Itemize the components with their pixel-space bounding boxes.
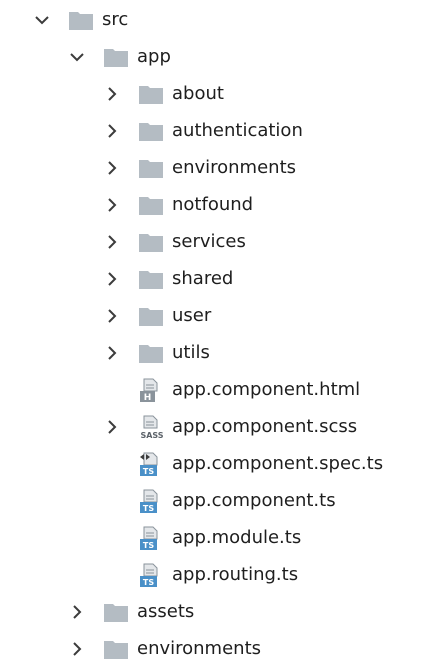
folder-icon (139, 306, 163, 326)
tree-node-label: app.routing.ts (172, 564, 299, 585)
tree-node-label: app.component.html (172, 379, 361, 400)
folder-icon (139, 195, 163, 215)
folder-icon (104, 639, 128, 659)
folder-icon (104, 47, 128, 67)
folder-icon (139, 158, 163, 178)
svg-text:H: H (144, 393, 152, 403)
tree-node-app[interactable]: app (0, 39, 446, 76)
tree-node-label: app.component.spec.ts (172, 453, 384, 474)
svg-text:SASS: SASS (140, 431, 163, 440)
folder-icon (139, 343, 163, 363)
tree-node-label: notfound (172, 194, 254, 215)
typescript-file-icon: TS (139, 488, 165, 514)
tree-node-label: shared (172, 268, 234, 289)
chevron-right-icon[interactable] (103, 418, 121, 436)
chevron-right-icon[interactable] (103, 122, 121, 140)
tree-node-environments[interactable]: environments (0, 150, 446, 187)
chevron-right-icon[interactable] (68, 603, 86, 621)
tree-node-label: app.module.ts (172, 527, 302, 548)
chevron-right-icon[interactable] (103, 233, 121, 251)
tree-node-label: src (102, 9, 129, 30)
tree-node-label: app (137, 46, 171, 67)
tree-node-app-module-ts[interactable]: TS app.module.ts (0, 520, 446, 557)
folder-icon (104, 602, 128, 622)
tree-node-shared[interactable]: shared (0, 261, 446, 298)
tree-node-label: utils (172, 342, 210, 363)
tree-node-label: environments (137, 638, 262, 659)
svg-text:TS: TS (143, 541, 154, 550)
tree-node-label: app.component.scss (172, 416, 358, 437)
chevron-right-icon[interactable] (103, 270, 121, 288)
tree-node-src-environments[interactable]: environments (0, 631, 446, 668)
tree-node-user[interactable]: user (0, 298, 446, 335)
tree-node-services[interactable]: services (0, 224, 446, 261)
typescript-test-file-icon: TS (139, 451, 165, 477)
tree-node-app-component-html[interactable]: H app.component.html (0, 372, 446, 409)
chevron-right-icon[interactable] (103, 159, 121, 177)
tree-node-utils[interactable]: utils (0, 335, 446, 372)
tree-node-src[interactable]: src (0, 2, 446, 39)
chevron-right-icon[interactable] (103, 307, 121, 325)
tree-node-label: about (172, 83, 224, 104)
chevron-right-icon[interactable] (103, 344, 121, 362)
tree-node-label: app.component.ts (172, 490, 336, 511)
tree-node-label: environments (172, 157, 297, 178)
tree-node-label: user (172, 305, 212, 326)
chevron-right-icon[interactable] (103, 85, 121, 103)
folder-icon (139, 232, 163, 252)
sass-file-icon: SASS (139, 414, 165, 440)
folder-icon (139, 84, 163, 104)
tree-node-label: authentication (172, 120, 303, 141)
tree-node-label: services (172, 231, 246, 252)
chevron-down-icon[interactable] (68, 48, 86, 66)
chevron-right-icon[interactable] (68, 640, 86, 658)
chevron-down-icon[interactable] (33, 11, 51, 29)
svg-text:TS: TS (143, 467, 154, 476)
html-file-icon: H (139, 377, 165, 403)
folder-icon (139, 269, 163, 289)
typescript-file-icon: TS (139, 562, 165, 588)
tree-node-authentication[interactable]: authentication (0, 113, 446, 150)
svg-text:TS: TS (143, 504, 154, 513)
tree-node-assets[interactable]: assets (0, 594, 446, 631)
solution-explorer-tree: src app about authentication environment… (0, 0, 446, 665)
typescript-file-icon: TS (139, 525, 165, 551)
tree-node-app-component-spec-ts[interactable]: TS app.component.spec.ts (0, 446, 446, 483)
tree-node-app-routing-ts[interactable]: TS app.routing.ts (0, 557, 446, 594)
svg-text:TS: TS (143, 578, 154, 587)
tree-node-app-component-ts[interactable]: TS app.component.ts (0, 483, 446, 520)
tree-node-notfound[interactable]: notfound (0, 187, 446, 224)
tree-node-app-component-scss[interactable]: SASS app.component.scss (0, 409, 446, 446)
tree-node-about[interactable]: about (0, 76, 446, 113)
tree-node-label: assets (137, 601, 195, 622)
folder-icon (139, 121, 163, 141)
chevron-right-icon[interactable] (103, 196, 121, 214)
folder-icon (69, 10, 93, 30)
